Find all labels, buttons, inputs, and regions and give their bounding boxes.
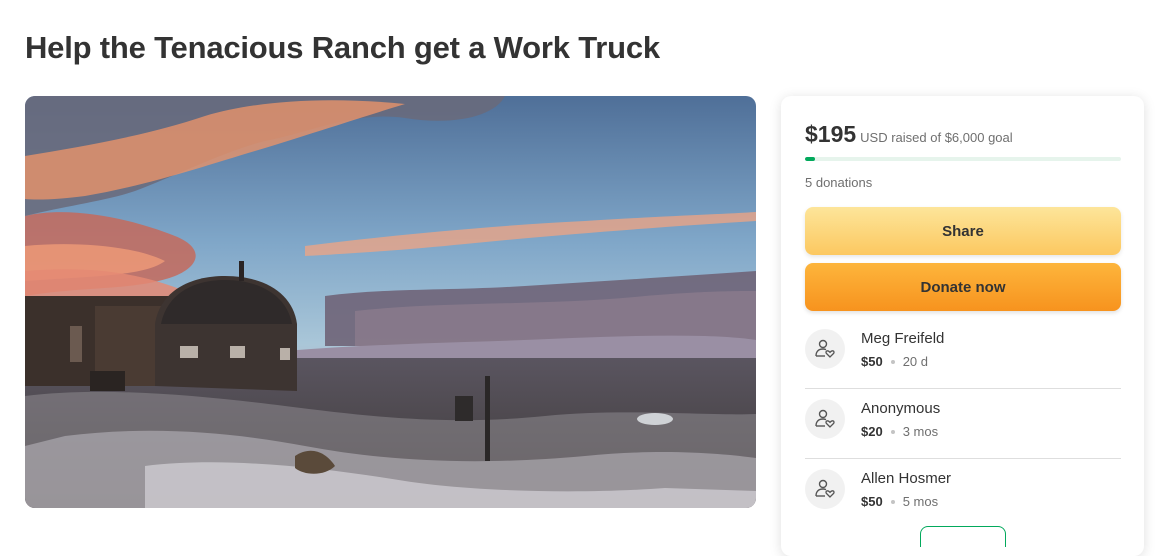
- donor-time: 20 d: [902, 354, 929, 369]
- separator-dot: [890, 499, 895, 504]
- donor-heart-icon: [805, 329, 845, 369]
- donate-now-button[interactable]: Donate now: [805, 263, 1121, 311]
- donor-meta: $20 3 mos: [861, 424, 938, 439]
- progress-fill: [805, 157, 816, 161]
- donor-item: Allen Hosmer $50 5 mos: [805, 459, 1121, 528]
- goal-text: USD raised of $6,000 goal: [860, 130, 1013, 145]
- campaign-hero-image: [25, 96, 756, 508]
- donor-meta: $50 20 d: [861, 354, 928, 369]
- donor-name: Meg Freifeld: [861, 330, 945, 347]
- donor-amount: $50: [861, 494, 883, 509]
- donor-time: 3 mos: [902, 424, 939, 439]
- donor-amount: $20: [861, 424, 883, 439]
- donation-count[interactable]: 5 donations: [805, 175, 872, 190]
- see-all-button[interactable]: [920, 526, 1006, 547]
- donor-heart-icon: [805, 469, 845, 509]
- donor-item: Meg Freifeld $50 20 d: [805, 319, 1121, 389]
- raised-amount: $195: [805, 121, 857, 147]
- donor-time: 5 mos: [902, 494, 939, 509]
- raised-summary: $195 USD raised of $6,000 goal: [805, 121, 1013, 148]
- donor-meta: $50 5 mos: [861, 494, 938, 509]
- share-button[interactable]: Share: [805, 207, 1121, 255]
- donor-name: Allen Hosmer: [861, 470, 952, 487]
- donor-amount: $50: [861, 354, 883, 369]
- donor-item: Anonymous $20 3 mos: [805, 389, 1121, 459]
- donor-heart-icon: [805, 399, 845, 439]
- separator-dot: [890, 429, 895, 434]
- separator-dot: [890, 359, 895, 364]
- donor-name: Anonymous: [861, 400, 941, 417]
- donation-card: $195 USD raised of $6,000 goal 5 donation…: [781, 96, 1144, 556]
- page-title: Help the Tenacious Ranch get a Work Truc…: [25, 30, 660, 65]
- progress-bar: [805, 157, 1121, 161]
